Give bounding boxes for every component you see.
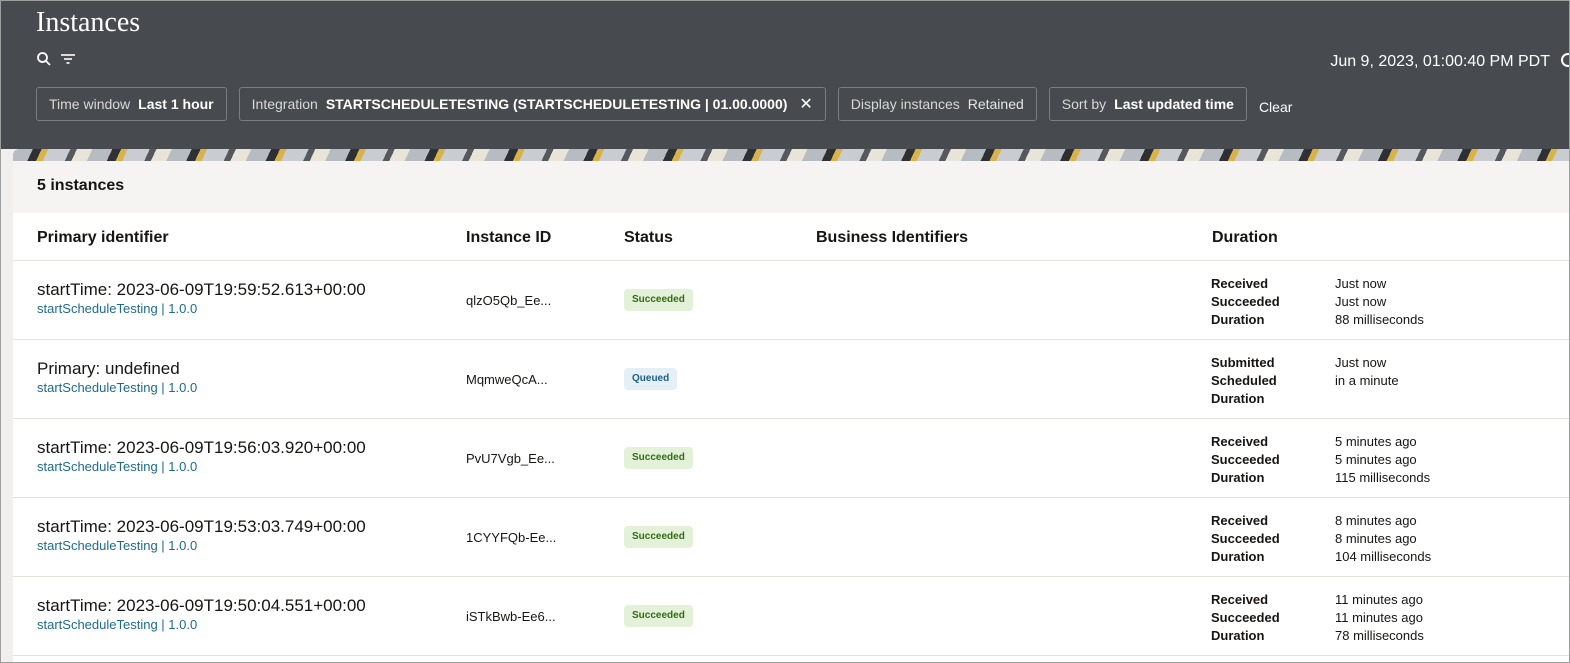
- column-header-primary-identifier[interactable]: Primary identifier: [37, 229, 169, 247]
- duration-value: 5 minutes ago: [1335, 434, 1417, 449]
- instances-content: 5 instances Primary identifier Instance …: [13, 161, 1569, 662]
- instance-id[interactable]: qlzO5Qb_Ee...: [466, 293, 551, 308]
- duration-value: in a minute: [1335, 373, 1399, 388]
- integration-link[interactable]: startScheduleTesting | 1.0.0: [37, 301, 197, 316]
- duration-key: Succeeded: [1211, 531, 1280, 546]
- filter-icon[interactable]: [60, 51, 76, 67]
- column-header-status[interactable]: Status: [624, 229, 673, 247]
- duration-value: 5 minutes ago: [1335, 452, 1417, 467]
- column-header-instance-id[interactable]: Instance ID: [466, 229, 551, 247]
- status-badge: Succeeded: [624, 526, 693, 548]
- filter-chips: Time window Last 1 hour Integration STAR…: [36, 87, 1292, 121]
- column-header-duration[interactable]: Duration: [1212, 229, 1278, 247]
- chip-value: Last 1 hour: [138, 96, 214, 112]
- duration-value: Just now: [1335, 294, 1387, 309]
- duration-key: Received: [1211, 434, 1269, 449]
- table-row[interactable]: Primary: undefined startScheduleTesting |…: [13, 340, 1569, 419]
- duration-value: 88 milliseconds: [1335, 312, 1424, 327]
- integration-link[interactable]: startScheduleTesting | 1.0.0: [37, 459, 197, 474]
- integration-link[interactable]: startScheduleTesting | 1.0.0: [37, 380, 197, 395]
- duration-key: Duration: [1211, 391, 1265, 406]
- table-header: Primary identifier Instance ID Status Bu…: [13, 213, 1569, 261]
- duration-value: 104 milliseconds: [1335, 549, 1432, 564]
- clear-filters-link[interactable]: Clear: [1259, 93, 1292, 115]
- decorative-banner: [13, 149, 1569, 161]
- status-badge: Queued: [624, 368, 678, 390]
- duration-key: Submitted: [1211, 355, 1275, 370]
- column-header-business-identifiers[interactable]: Business Identifiers: [816, 229, 968, 247]
- chip-label: Display instances: [850, 96, 960, 112]
- duration-key: Scheduled: [1211, 373, 1277, 388]
- duration-key: Received: [1211, 276, 1269, 291]
- duration-value: 8 minutes ago: [1335, 531, 1417, 546]
- duration-key: Succeeded: [1211, 294, 1280, 309]
- duration-value: 115 milliseconds: [1335, 470, 1431, 485]
- primary-identifier[interactable]: startTime: 2023-06-09T19:50:04.551+00:00: [37, 596, 366, 616]
- duration-key: Succeeded: [1211, 610, 1280, 625]
- duration-value: 8 minutes ago: [1335, 513, 1417, 528]
- instances-table: Primary identifier Instance ID Status Bu…: [13, 213, 1569, 662]
- table-row[interactable]: startTime: 2023-06-09T19:59:52.613+00:00…: [13, 261, 1569, 340]
- app-frame: Instances Jun 9, 2023, 01:00:40 PM PDT T…: [0, 0, 1570, 663]
- primary-identifier[interactable]: startTime: 2023-06-09T19:59:52.613+00:00: [37, 280, 366, 300]
- chip-value: STARTSCHEDULETESTING (STARTSCHEDULETESTI…: [325, 96, 788, 112]
- duration-value: 78 milliseconds: [1335, 628, 1424, 643]
- status-badge: Succeeded: [624, 447, 693, 469]
- duration-key: Duration: [1211, 312, 1265, 327]
- filter-chip-sort-by[interactable]: Sort by Last updated time: [1048, 87, 1247, 121]
- filter-chip-integration[interactable]: Integration STARTSCHEDULETESTING (STARTS…: [238, 87, 826, 121]
- instance-id[interactable]: MqmweQcA...: [466, 372, 548, 387]
- header-tools: [36, 51, 76, 67]
- duration-key: Duration: [1211, 549, 1265, 564]
- duration-value: Just now: [1335, 355, 1387, 370]
- chip-label: Time window: [49, 96, 131, 112]
- table-row[interactable]: startTime: 2023-06-09T19:53:03.749+00:00…: [13, 498, 1569, 577]
- instance-id[interactable]: PvU7Vgb_Ee...: [466, 451, 555, 466]
- last-refreshed-timestamp: Jun 9, 2023, 01:00:40 PM PDT: [1330, 53, 1550, 70]
- integration-link[interactable]: startScheduleTesting | 1.0.0: [37, 538, 197, 553]
- duration-key: Received: [1211, 592, 1269, 607]
- integration-link[interactable]: startScheduleTesting | 1.0.0: [37, 617, 197, 632]
- duration-key: Duration: [1211, 470, 1265, 485]
- duration-value: Just now: [1335, 276, 1387, 291]
- chip-value: Retained: [967, 96, 1024, 112]
- instance-id[interactable]: iSTkBwb-Ee6...: [466, 609, 556, 624]
- page-header: Instances Jun 9, 2023, 01:00:40 PM PDT T…: [1, 1, 1569, 149]
- instance-count: 5 instances: [37, 177, 125, 194]
- duration-value: 11 minutes ago: [1335, 610, 1423, 625]
- duration-key: Received: [1211, 513, 1269, 528]
- close-icon[interactable]: ✕: [799, 94, 812, 114]
- chip-value: Last updated time: [1114, 96, 1234, 112]
- filter-chip-display-instances[interactable]: Display instances Retained: [837, 87, 1037, 121]
- instance-id[interactable]: 1CYYFQb-Ee...: [466, 530, 556, 545]
- status-badge: Succeeded: [624, 605, 693, 627]
- duration-key: Duration: [1211, 628, 1265, 643]
- chip-label: Sort by: [1061, 96, 1107, 112]
- primary-identifier[interactable]: startTime: 2023-06-09T19:53:03.749+00:00: [37, 517, 366, 537]
- primary-identifier[interactable]: Primary: undefined: [37, 359, 180, 379]
- status-badge: Succeeded: [624, 289, 693, 311]
- chip-label: Integration: [251, 96, 318, 112]
- page-title: Instances: [36, 7, 141, 38]
- filter-chip-time-window[interactable]: Time window Last 1 hour: [36, 87, 227, 121]
- duration-value: 11 minutes ago: [1335, 592, 1423, 607]
- primary-identifier[interactable]: startTime: 2023-06-09T19:56:03.920+00:00: [37, 438, 366, 458]
- refresh-icon[interactable]: [1561, 53, 1569, 67]
- duration-key: Succeeded: [1211, 452, 1280, 467]
- table-row[interactable]: startTime: 2023-06-09T19:50:04.551+00:00…: [13, 577, 1569, 656]
- search-icon[interactable]: [36, 51, 52, 67]
- table-row[interactable]: startTime: 2023-06-09T19:56:03.920+00:00…: [13, 419, 1569, 498]
